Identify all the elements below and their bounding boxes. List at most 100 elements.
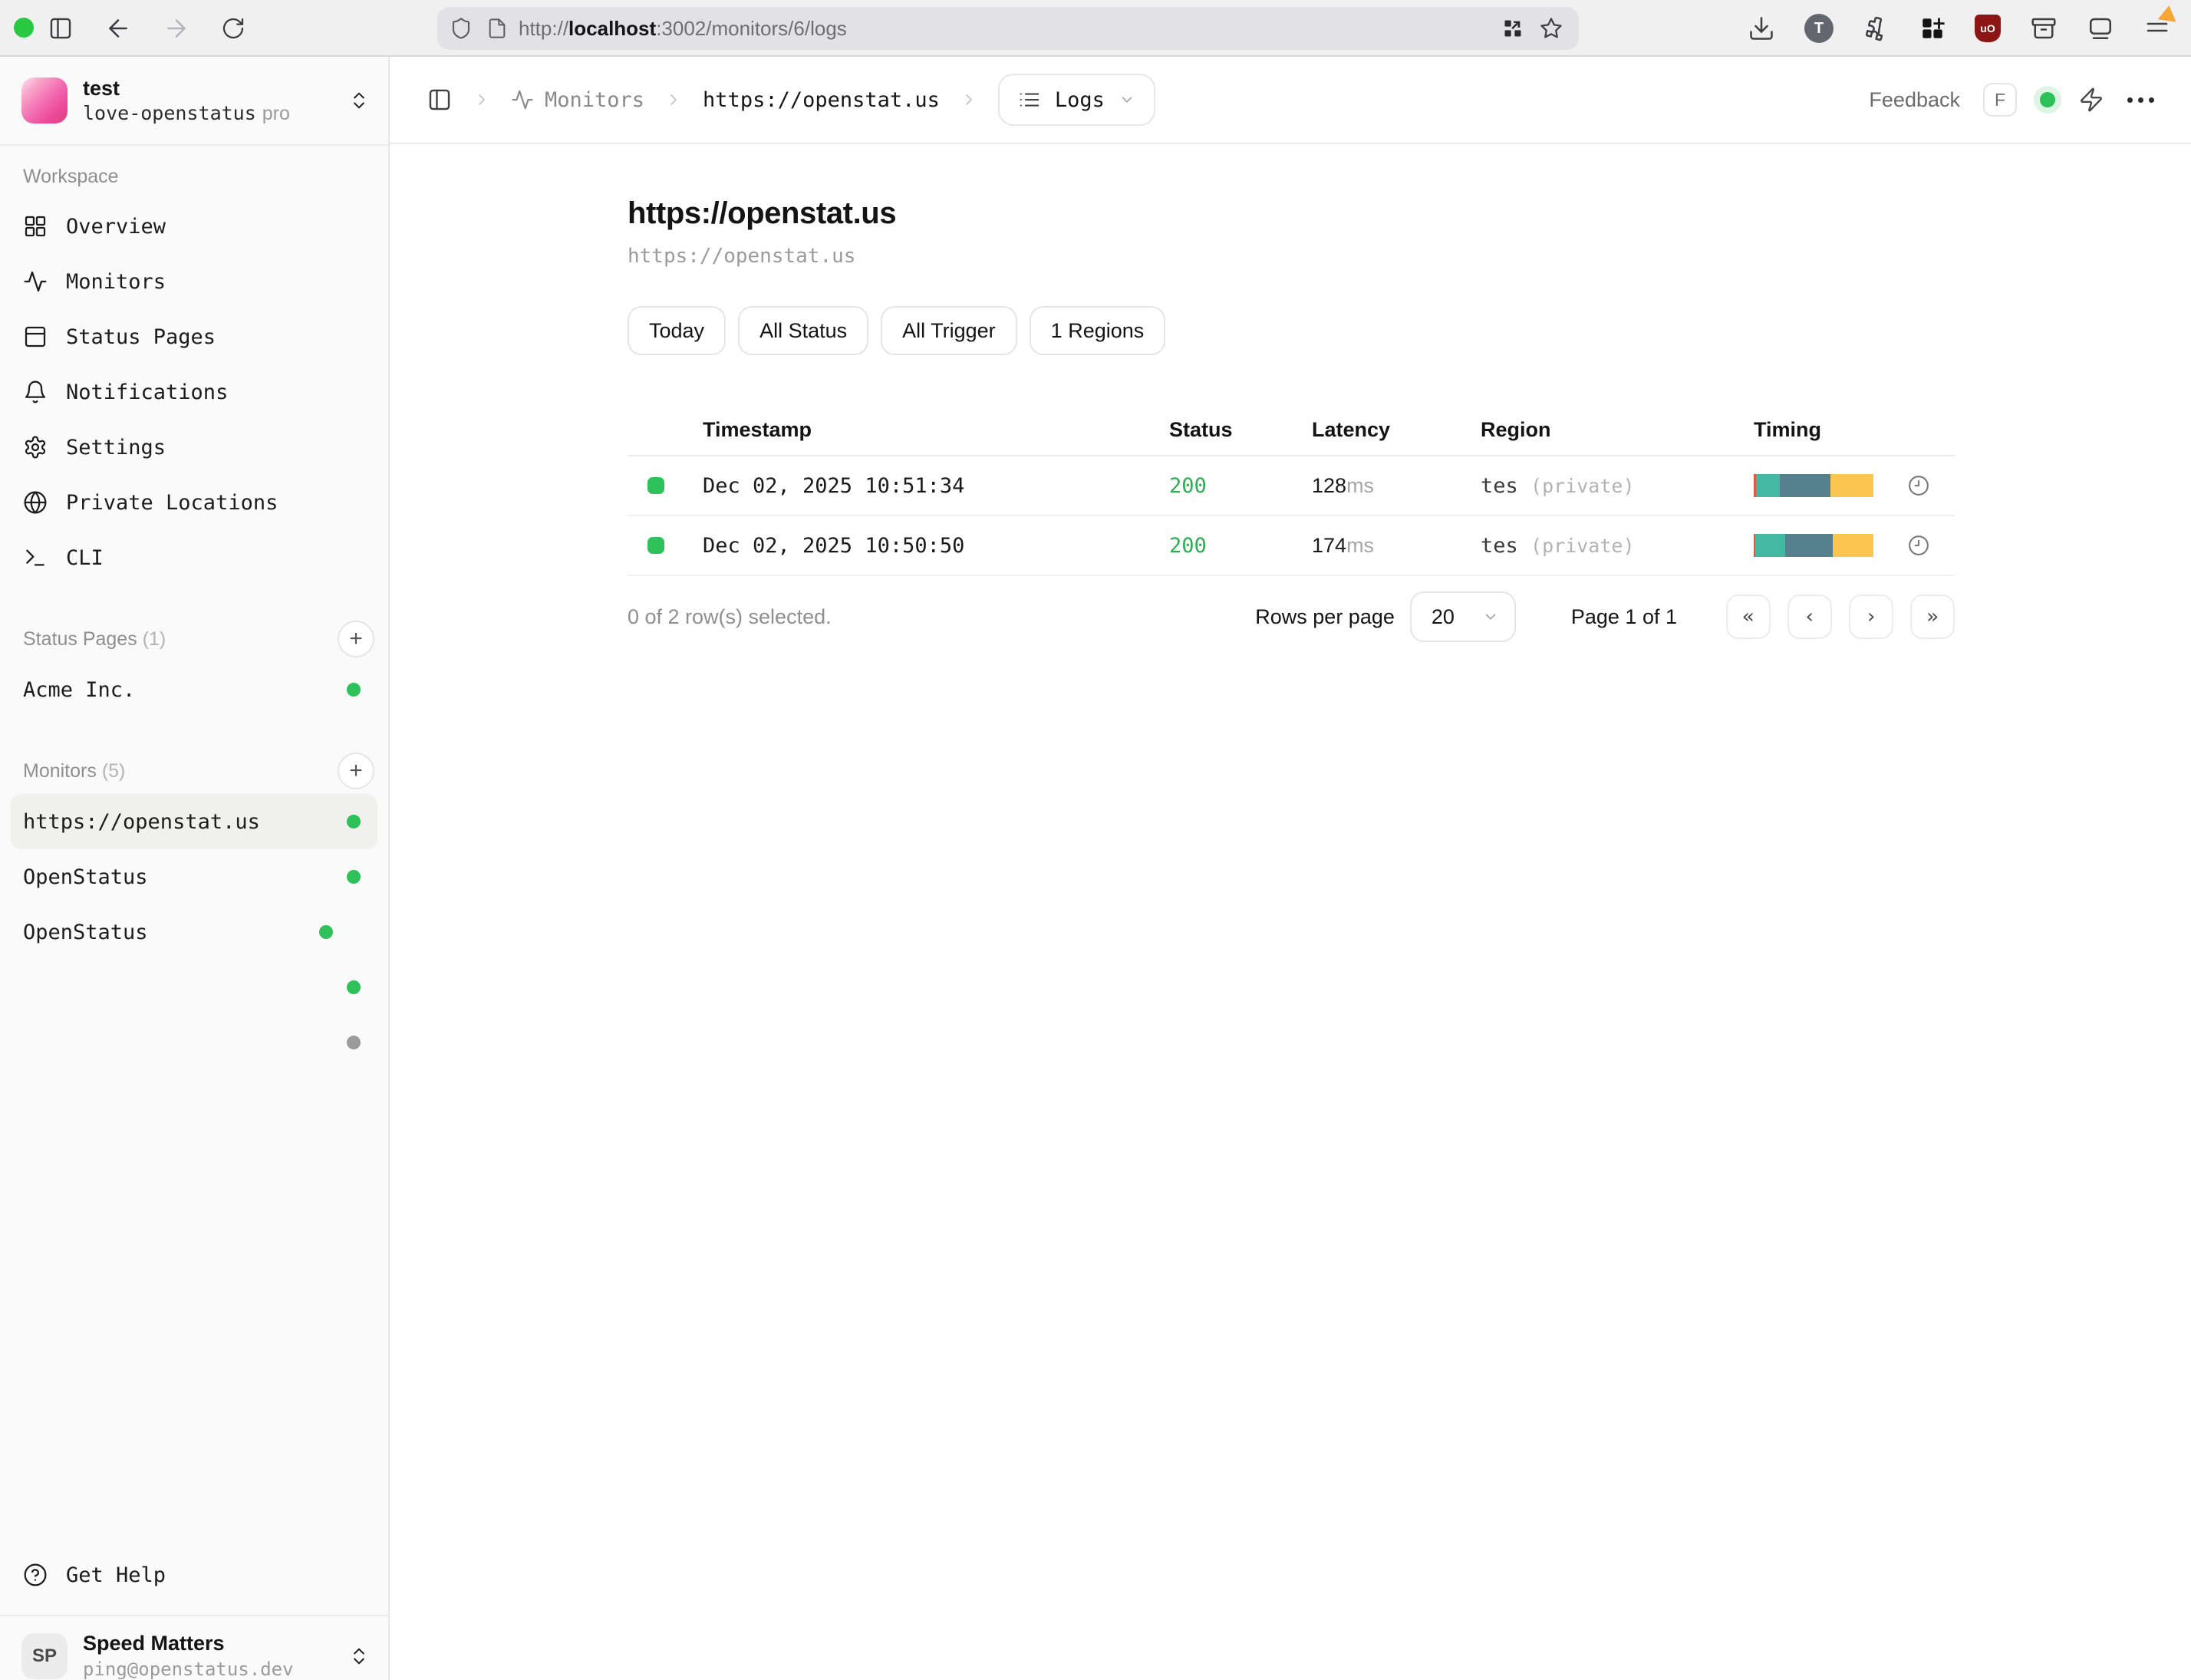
- chevrons-up-down-icon[interactable]: [348, 90, 370, 111]
- more-options-button[interactable]: [2127, 97, 2154, 103]
- page-header: Monitors https://openstat.us Logs Feedba…: [390, 57, 2191, 144]
- add-monitor-button[interactable]: +: [338, 753, 374, 789]
- sidebar-toggle-icon[interactable]: [48, 15, 74, 41]
- add-status-page-button[interactable]: +: [338, 621, 374, 657]
- monitor-item[interactable]: OpenStatus: [11, 849, 377, 904]
- workspace-switcher[interactable]: test love-openstatuspro: [0, 57, 388, 144]
- table-header-row: Timestamp Status Latency Region Timing: [628, 404, 1955, 456]
- url-text: http://localhost:3002/monitors/6/logs: [519, 17, 847, 41]
- col-timestamp[interactable]: Timestamp: [703, 418, 1169, 442]
- cell-latency: 174ms: [1312, 534, 1481, 558]
- workspace-slug: love-openstatuspro: [83, 102, 290, 125]
- monitor-item[interactable]: https://openstat.us: [11, 794, 377, 849]
- page-subtitle: https://openstat.us: [628, 245, 2191, 268]
- clock-icon[interactable]: [1907, 474, 1930, 497]
- filter-date[interactable]: Today: [628, 306, 726, 355]
- monitor-item[interactable]: [11, 1015, 377, 1070]
- feedback-button[interactable]: Feedback: [1869, 88, 1960, 112]
- sidebar-item-notifications[interactable]: Notifications: [0, 364, 388, 420]
- status-page-item[interactable]: Acme Inc.: [11, 662, 377, 717]
- col-latency[interactable]: Latency: [1312, 418, 1481, 442]
- user-menu[interactable]: SP Speed Matters ping@openstatus.dev: [0, 1616, 388, 1680]
- extensions-grid-icon[interactable]: [1919, 15, 1946, 41]
- sidebar-item-overview[interactable]: Overview: [0, 199, 388, 254]
- filter-status[interactable]: All Status: [738, 306, 868, 355]
- first-page-button[interactable]: «: [1726, 595, 1771, 639]
- chevron-down-icon: [1482, 608, 1499, 625]
- pagination: « ‹ › »: [1726, 595, 1955, 639]
- monitor-item[interactable]: OpenStatus: [11, 904, 377, 960]
- back-icon[interactable]: [104, 15, 132, 42]
- col-status[interactable]: Status: [1169, 418, 1312, 442]
- status-dot: [347, 815, 361, 828]
- logs-table: Timestamp Status Latency Region Timing D…: [628, 404, 1955, 576]
- sidebar-item-monitors[interactable]: Monitors: [0, 254, 388, 309]
- bookmark-star-icon[interactable]: [1539, 16, 1563, 41]
- col-region[interactable]: Region: [1481, 418, 1754, 442]
- ublock-shield-icon[interactable]: uO: [1975, 15, 2001, 42]
- grid-icon: [23, 214, 48, 239]
- page-title: https://openstat.us: [628, 196, 2191, 231]
- sidebar-item-private-locations[interactable]: Private Locations: [0, 475, 388, 530]
- table-row[interactable]: Dec 02, 2025 10:50:50 200 174ms tes (pri…: [628, 516, 1955, 576]
- container-icon[interactable]: [1502, 18, 1524, 39]
- next-page-button[interactable]: ›: [1849, 595, 1893, 639]
- workspace-section-label: Workspace: [23, 166, 365, 188]
- cell-status: 200: [1169, 474, 1312, 498]
- prev-page-button[interactable]: ‹: [1787, 595, 1832, 639]
- shield-icon[interactable]: [450, 17, 473, 40]
- get-help-button[interactable]: Get Help: [0, 1547, 388, 1603]
- filter-trigger[interactable]: All Trigger: [881, 306, 1017, 355]
- clock-icon[interactable]: [1907, 534, 1930, 557]
- row-status-indicator: [647, 477, 664, 494]
- monitor-item[interactable]: [11, 960, 377, 1015]
- live-status-dot: [2040, 92, 2055, 107]
- breadcrumb-monitor-name[interactable]: https://openstat.us: [703, 88, 940, 112]
- extension-puzzle-icon[interactable]: [1863, 15, 1890, 42]
- tab-frame-icon[interactable]: [2087, 15, 2114, 42]
- timing-bar: [1754, 474, 1873, 497]
- feedback-shortcut-badge: F: [1983, 83, 2017, 117]
- status-pages-section-title: Status Pages (1): [23, 628, 166, 651]
- monitors-section-header: Monitors (5) +: [0, 748, 388, 794]
- filter-bar: Today All Status All Trigger 1 Regions: [628, 306, 2191, 355]
- user-name: Speed Matters: [83, 1632, 294, 1655]
- status-dot: [347, 1036, 361, 1049]
- activity-icon: [511, 88, 534, 111]
- rows-per-page-select[interactable]: 20: [1410, 591, 1516, 642]
- chevrons-up-down-icon[interactable]: [348, 1645, 370, 1667]
- gear-icon: [23, 435, 48, 460]
- divider: [0, 144, 388, 146]
- breadcrumb-monitors[interactable]: Monitors: [511, 88, 644, 112]
- reload-icon[interactable]: [221, 16, 245, 41]
- page-icon[interactable]: [486, 18, 508, 39]
- chevron-right-icon: [664, 91, 683, 109]
- status-dot: [319, 925, 333, 939]
- view-selector-button[interactable]: Logs: [998, 74, 1155, 126]
- cell-timestamp: Dec 02, 2025 10:51:34: [703, 474, 1169, 498]
- update-badge: [2158, 4, 2179, 21]
- sidebar-item-cli[interactable]: CLI: [0, 530, 388, 585]
- main-panel: Monitors https://openstat.us Logs Feedba…: [390, 57, 2191, 1680]
- rows-per-page-label: Rows per page: [1255, 605, 1395, 629]
- status-dot: [347, 683, 361, 697]
- filter-regions[interactable]: 1 Regions: [1030, 306, 1166, 355]
- last-page-button[interactable]: »: [1910, 595, 1955, 639]
- account-avatar[interactable]: T: [1804, 14, 1834, 43]
- zap-icon[interactable]: [2078, 87, 2104, 113]
- cell-status: 200: [1169, 534, 1312, 558]
- chevron-right-icon: [473, 91, 491, 109]
- cell-timing: [1754, 474, 1955, 497]
- panel-toggle-icon[interactable]: [427, 87, 453, 113]
- download-icon[interactable]: [1748, 15, 1775, 42]
- traffic-light-button[interactable]: [14, 18, 34, 38]
- col-timing[interactable]: Timing: [1754, 418, 1955, 442]
- forward-icon[interactable]: [163, 15, 190, 42]
- sidebar-item-status-pages[interactable]: Status Pages: [0, 309, 388, 364]
- cell-timestamp: Dec 02, 2025 10:50:50: [703, 534, 1169, 558]
- sidebar-item-settings[interactable]: Settings: [0, 420, 388, 475]
- archive-icon[interactable]: [2030, 15, 2058, 42]
- menu-icon[interactable]: [2143, 15, 2171, 42]
- table-row[interactable]: Dec 02, 2025 10:51:34 200 128ms tes (pri…: [628, 456, 1955, 516]
- url-bar[interactable]: http://localhost:3002/monitors/6/logs: [437, 7, 1579, 50]
